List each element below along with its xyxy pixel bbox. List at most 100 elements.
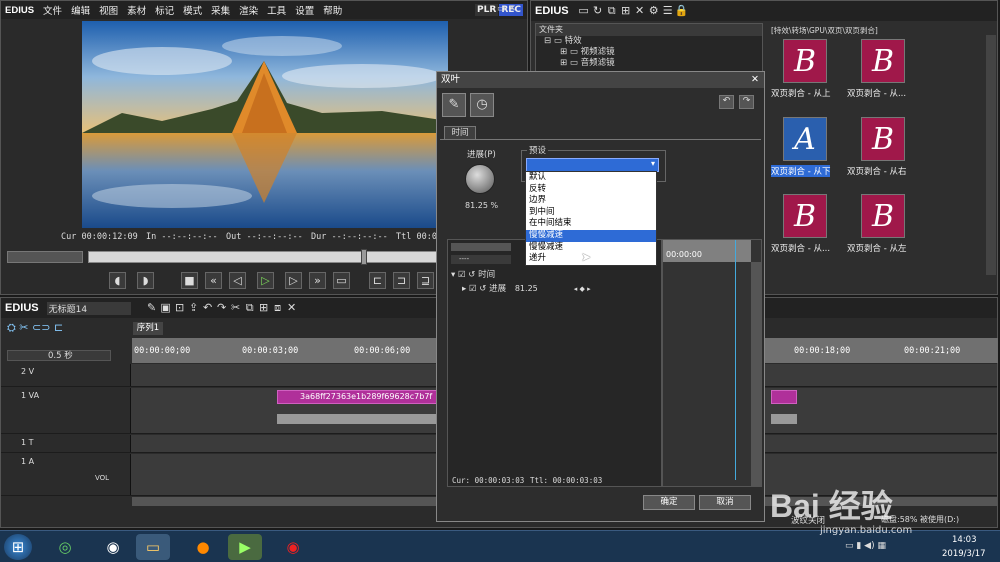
kf-scrollbar[interactable] <box>751 262 761 486</box>
preset-option-slow-decel-selected[interactable]: 慢慢减速 <box>526 229 656 242</box>
undo-icon[interactable]: ↶ <box>201 301 215 315</box>
keyframe-timeline[interactable]: 00:00:00 <box>662 239 762 487</box>
preset-option-end-middle[interactable]: 在中间结束 <box>526 218 656 230</box>
paste-clip-icon[interactable]: ⊞ <box>257 301 271 315</box>
video-clip[interactable]: 3a68ff27363e1b289f69628c7b7f <box>277 390 437 404</box>
zoom-value: 0.5 秒 <box>48 351 73 361</box>
set-in-icon[interactable]: ◖ <box>109 272 126 289</box>
video-clip-end[interactable] <box>771 390 797 404</box>
delete-clip-icon[interactable]: ✕ <box>285 301 299 315</box>
overwrite-icon[interactable]: ⊐ <box>393 272 410 289</box>
thumb-from-top[interactable]: B <box>783 39 827 83</box>
thumb-from-5-label: 双页剥合 - 从... <box>771 244 831 254</box>
effect-icon-2[interactable]: ◷ <box>470 93 494 117</box>
thumb-from-2[interactable]: B <box>861 39 905 83</box>
menu-marker[interactable]: 标记 <box>155 3 174 17</box>
replace-icon[interactable]: ⊒ <box>417 272 434 289</box>
effect-icon-1[interactable]: ✎ <box>442 93 466 117</box>
tray-icons[interactable]: ▭ ▮ ◀) ▦ <box>845 541 886 551</box>
insert-icon[interactable]: ⊏ <box>369 272 386 289</box>
edius-task-icon[interactable]: ▶ <box>228 534 262 560</box>
preset-option-to-middle[interactable]: 到中间 <box>526 207 656 219</box>
rewind-icon[interactable]: « <box>205 272 222 289</box>
qq-icon[interactable]: ◉ <box>96 534 130 560</box>
folder-icon[interactable]: ▭ <box>577 4 591 18</box>
export-icon[interactable]: ⇪ <box>187 301 201 315</box>
loop-icon[interactable]: ▭ <box>333 272 350 289</box>
kf-dash-select[interactable]: ---- <box>451 255 511 264</box>
preset-option-default[interactable]: 默认 <box>526 172 656 184</box>
record-icon[interactable]: ◉ <box>276 534 310 560</box>
folder-header: 文件夹 <box>536 24 762 36</box>
lock-icon[interactable]: 🔒 <box>675 4 689 18</box>
menu-view[interactable]: 视图 <box>99 3 118 17</box>
kf-zoom-slider[interactable] <box>451 243 511 251</box>
menu-render[interactable]: 渲染 <box>239 3 258 17</box>
kf-row-time[interactable]: ▾ ☑ ↺ 时间 <box>451 268 495 280</box>
menu-capture[interactable]: 采集 <box>211 3 230 17</box>
kf-row-progress[interactable]: ▸ ☑ ↺ 进展 81.25 ◂ ◆ ▸ <box>462 282 591 294</box>
tree-video-filters[interactable]: ⊞ ▭ 视频滤镜 <box>544 47 762 58</box>
thumb-from-right[interactable]: B <box>861 117 905 161</box>
copy-clip-icon[interactable]: ⧉ <box>243 301 257 315</box>
undo-dialog-icon[interactable]: ↶ <box>719 95 734 109</box>
paste-icon[interactable]: ⊞ <box>619 4 633 18</box>
firefox-icon[interactable]: ● <box>186 534 220 560</box>
cancel-button[interactable]: 取消 <box>699 495 751 510</box>
progress-knob[interactable] <box>465 164 495 194</box>
tree-effects[interactable]: ⊟ ▭ 特效 <box>544 36 762 47</box>
thumb-from-5[interactable]: B <box>783 194 827 238</box>
start-icon[interactable]: ⊞ <box>4 534 32 560</box>
tree-audio-filters[interactable]: ⊞ ▭ 音频滤镜 <box>544 58 762 69</box>
cut-icon[interactable]: ✂ <box>229 301 243 315</box>
thumb-from-bottom[interactable]: A <box>783 117 827 161</box>
redo-dialog-icon[interactable]: ↷ <box>739 95 754 109</box>
delete-icon[interactable]: ✕ <box>633 4 647 18</box>
properties-icon[interactable]: ⚙ <box>647 4 661 18</box>
menu-file[interactable]: 文件 <box>43 3 62 17</box>
audio-clip-part-end[interactable] <box>771 414 797 424</box>
menu-help[interactable]: 帮助 <box>323 3 342 17</box>
view-icon[interactable]: ☰ <box>661 4 675 18</box>
project-name[interactable]: 无标题14 <box>46 301 131 315</box>
thumb-from-bottom-label: 双页剥合 - 从下 <box>771 165 831 177</box>
close-icon[interactable]: ✕ <box>751 72 759 88</box>
app-360-icon[interactable]: ◎ <box>48 534 82 560</box>
audio-clip-part[interactable] <box>277 414 437 424</box>
render-icon[interactable]: ▣ <box>159 301 173 315</box>
menu-edit[interactable]: 编辑 <box>71 3 90 17</box>
group-icon[interactable]: ⧈ <box>271 301 285 315</box>
ok-button[interactable]: 确定 <box>643 495 695 510</box>
set-out-icon[interactable]: ◗ <box>137 272 154 289</box>
menu-settings[interactable]: 设置 <box>295 3 314 17</box>
redo-icon[interactable]: ↷ <box>215 301 229 315</box>
preset-select[interactable]: ▾ <box>526 158 659 172</box>
step-forward-icon[interactable]: ▷ <box>285 272 302 289</box>
step-back-icon[interactable]: ◁ <box>229 272 246 289</box>
fast-forward-icon[interactable]: » <box>309 272 326 289</box>
preset-option-reverse[interactable]: 反转 <box>526 184 656 196</box>
stop-icon[interactable]: ■ <box>181 272 198 289</box>
tree-effects-label: 特效 <box>564 36 582 46</box>
thumb-from-right-label: 双页剥合 - 从右 <box>847 167 907 177</box>
plr-button[interactable]: PLR <box>475 4 499 16</box>
copy-icon[interactable]: ⧉ <box>605 4 619 18</box>
shuttle-slider[interactable] <box>7 251 83 263</box>
thumb-from-left[interactable]: B <box>861 194 905 238</box>
sequence-tab[interactable]: 序列1 <box>133 322 163 335</box>
menu-tools[interactable]: 工具 <box>267 3 286 17</box>
preset-option-border[interactable]: 边界 <box>526 195 656 207</box>
kf-nav-icon[interactable]: ◂ ◆ ▸ <box>574 285 591 293</box>
tab-time[interactable]: 时间 <box>444 126 476 139</box>
scrubber-handle[interactable] <box>361 249 367 265</box>
zoom-control[interactable]: 0.5 秒 <box>7 350 111 361</box>
bin-scrollbar[interactable] <box>986 35 996 275</box>
menu-clip[interactable]: 素材 <box>127 3 146 17</box>
explorer-icon[interactable]: ▭ <box>136 534 170 560</box>
play-icon[interactable]: ▷ <box>257 272 274 289</box>
refresh-icon[interactable]: ↻ <box>591 4 605 18</box>
fx-icon[interactable]: ✎ <box>145 301 159 315</box>
save-icon[interactable]: ⊡ <box>173 301 187 315</box>
kf-ruler-label: 00:00:00 <box>666 250 702 259</box>
menu-mode[interactable]: 模式 <box>183 3 202 17</box>
